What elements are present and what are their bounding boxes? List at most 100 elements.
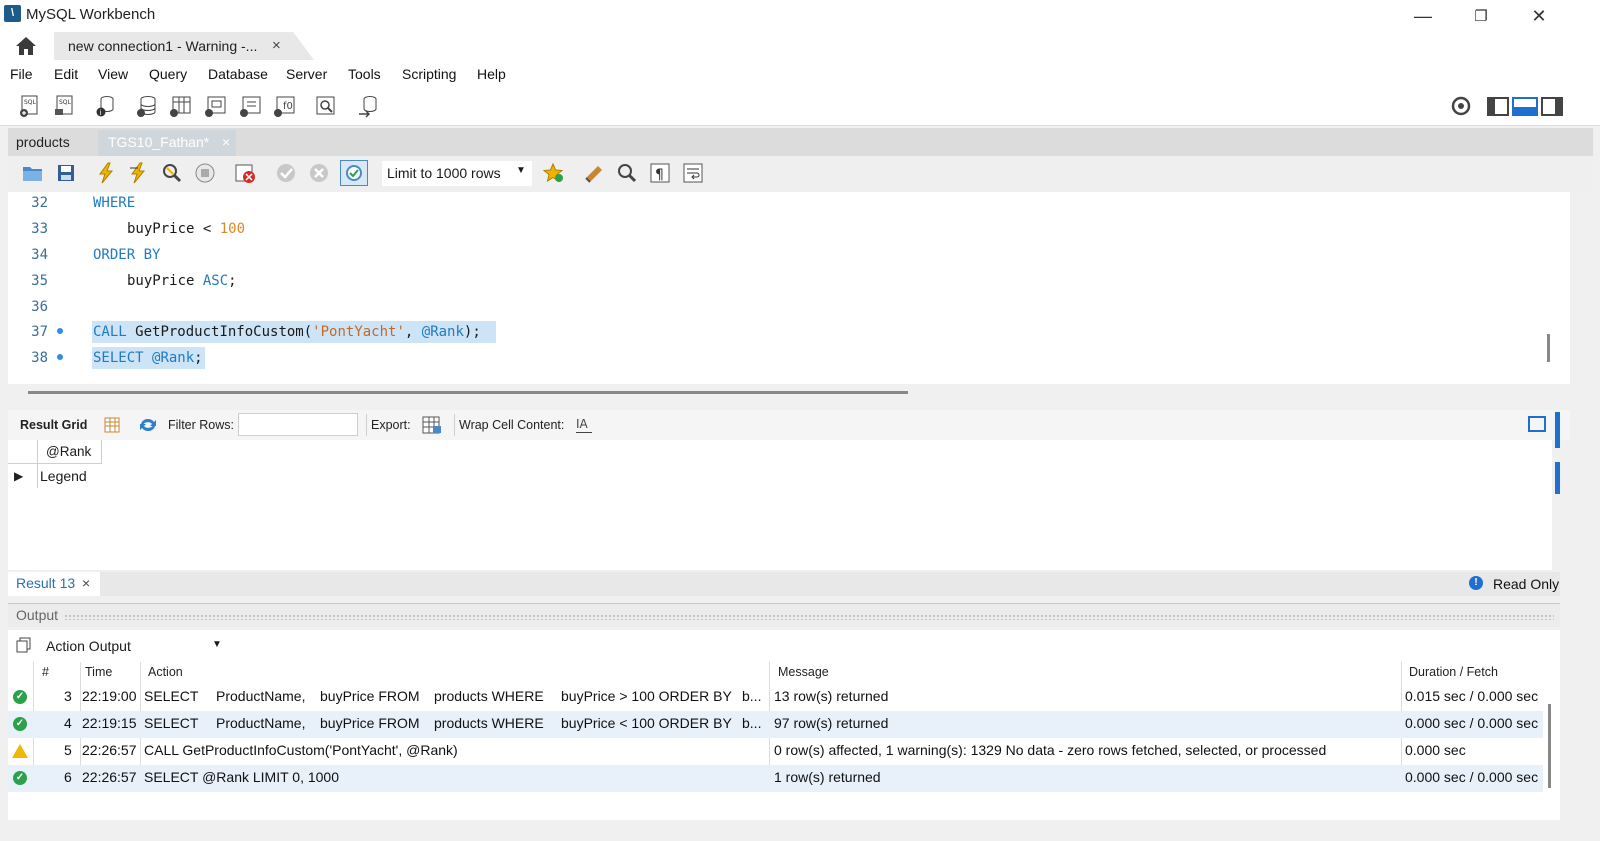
schema-inspector-icon[interactable]: i	[92, 93, 118, 119]
create-table-icon[interactable]	[168, 93, 194, 119]
row-action: SELECT	[144, 715, 199, 731]
procedure-name: GetProductInfoCustom(	[135, 324, 313, 340]
splitter-handle[interactable]	[64, 614, 1554, 620]
result-tab-bar	[8, 572, 1560, 596]
svg-text:i: i	[100, 109, 102, 117]
create-view-icon[interactable]	[203, 93, 229, 119]
open-file-icon[interactable]	[21, 161, 45, 185]
gear-icon[interactable]	[1448, 93, 1474, 119]
filter-rows-input[interactable]	[238, 413, 358, 436]
toggle-result-sidebar-icon[interactable]	[1528, 416, 1546, 432]
restore-button[interactable]: ❐	[1452, 0, 1510, 32]
editor-vertical-scrollbar[interactable]	[1547, 334, 1550, 362]
execute-icon[interactable]	[94, 161, 118, 185]
menu-scripting[interactable]: Scripting	[402, 66, 456, 82]
mysql-workbench-logo-icon: \	[4, 5, 21, 22]
show-invisibles-icon[interactable]: ¶	[648, 161, 672, 185]
create-function-icon[interactable]: f0	[272, 93, 298, 119]
chevron-down-icon: ▼	[212, 639, 222, 650]
wrap-text-icon[interactable]: IA	[576, 417, 592, 433]
explain-icon[interactable]	[160, 161, 184, 185]
menu-help[interactable]: Help	[477, 66, 506, 82]
grid-view-icon[interactable]	[104, 417, 120, 433]
word-wrap-icon[interactable]	[681, 161, 705, 185]
semicolon: ;	[228, 273, 237, 289]
row-number: 3	[64, 688, 72, 704]
operator: <	[202, 221, 212, 237]
row-time: 22:19:00	[82, 688, 137, 704]
editor-horizontal-scrollbar[interactable]	[28, 391, 908, 394]
rollback-icon[interactable]	[307, 161, 331, 185]
stop-icon[interactable]	[193, 161, 217, 185]
filter-rows-label: Filter Rows:	[168, 418, 234, 432]
closing-paren: );	[463, 324, 481, 340]
form-editor-side-tab[interactable]	[1555, 462, 1560, 494]
refresh-icon[interactable]	[138, 416, 158, 434]
string-literal: 'PontYacht'	[312, 324, 405, 340]
minimize-button[interactable]: —	[1394, 0, 1452, 32]
menu-tools[interactable]: Tools	[348, 66, 381, 82]
add-snippet-icon[interactable]	[542, 161, 566, 185]
commit-icon[interactable]	[274, 161, 298, 185]
result-grid-button[interactable]: Result Grid	[20, 418, 87, 432]
copy-icon[interactable]	[16, 637, 32, 653]
menu-view[interactable]: View	[98, 66, 128, 82]
close-window-button[interactable]: ✕	[1510, 0, 1568, 32]
reconnect-icon[interactable]	[355, 93, 381, 119]
export-icon[interactable]	[421, 415, 443, 435]
save-icon[interactable]	[54, 161, 78, 185]
open-sql-script-icon[interactable]: SQL	[51, 93, 77, 119]
line-number: 36	[31, 299, 48, 315]
menu-server[interactable]: Server	[286, 66, 327, 82]
code-line-34: ORDER BY	[93, 247, 160, 263]
warning-icon	[12, 744, 28, 758]
code-line-32: WHERE	[93, 195, 135, 211]
tab-close-icon[interactable]: ×	[222, 134, 230, 150]
beautify-icon[interactable]	[582, 161, 606, 185]
home-icon[interactable]	[14, 35, 38, 57]
toggle-output-panel-icon[interactable]	[1512, 97, 1538, 116]
column-header-duration[interactable]: Duration / Fetch	[1409, 665, 1498, 679]
result-grid[interactable]	[8, 440, 1552, 570]
output-vertical-scrollbar[interactable]	[1548, 704, 1551, 788]
row-message: 97 row(s) returned	[774, 715, 889, 731]
grid-cell[interactable]: Legend	[40, 468, 87, 484]
row-action: products WHERE	[434, 688, 544, 704]
column-header-action[interactable]: Action	[148, 665, 183, 679]
column-header-number[interactable]: #	[42, 665, 49, 679]
column-header-time[interactable]: Time	[85, 665, 112, 679]
wrap-cell-content-label: Wrap Cell Content:	[459, 418, 565, 432]
menu-file[interactable]: File	[10, 66, 33, 82]
success-icon: ✓	[13, 690, 27, 704]
create-procedure-icon[interactable]	[238, 93, 264, 119]
row-action: buyPrice FROM	[320, 688, 420, 704]
keyword-call: CALL	[93, 324, 127, 340]
create-schema-icon[interactable]	[134, 93, 160, 119]
column-header-rank[interactable]: @Rank	[38, 440, 102, 464]
execute-current-statement-icon[interactable]	[127, 161, 151, 185]
line-number: 35	[31, 273, 48, 289]
find-icon[interactable]	[615, 161, 639, 185]
success-icon: ✓	[13, 717, 27, 731]
menu-edit[interactable]: Edit	[54, 66, 78, 82]
toggle-sidebar-icon[interactable]	[1487, 97, 1509, 116]
row-number: 6	[64, 769, 72, 785]
result-grid-side-tab[interactable]	[1555, 412, 1560, 448]
autocommit-toggle-icon[interactable]	[340, 160, 368, 186]
tab-products-label: products	[16, 134, 70, 150]
limit-rows-select[interactable]: Limit to 1000 rows	[382, 161, 532, 186]
row-action: b...	[742, 688, 762, 704]
column-header-message[interactable]: Message	[778, 665, 829, 679]
result-tab-close-icon[interactable]: ×	[82, 575, 90, 591]
search-table-data-icon[interactable]	[313, 93, 339, 119]
menu-database[interactable]: Database	[208, 66, 268, 82]
identifier: buyPrice	[127, 221, 195, 237]
connection-tab-close-icon[interactable]: ×	[272, 37, 281, 54]
toggle-secondary-sidebar-icon[interactable]	[1541, 97, 1563, 116]
row-message: 1 row(s) returned	[774, 769, 881, 785]
code-line-33: buyPrice < 100	[127, 221, 245, 237]
toggle-error-stop-icon[interactable]	[233, 161, 257, 185]
output-type-select[interactable]: Action Output	[40, 634, 224, 658]
menu-query[interactable]: Query	[149, 66, 187, 82]
new-sql-tab-icon[interactable]: SQL	[16, 93, 42, 119]
